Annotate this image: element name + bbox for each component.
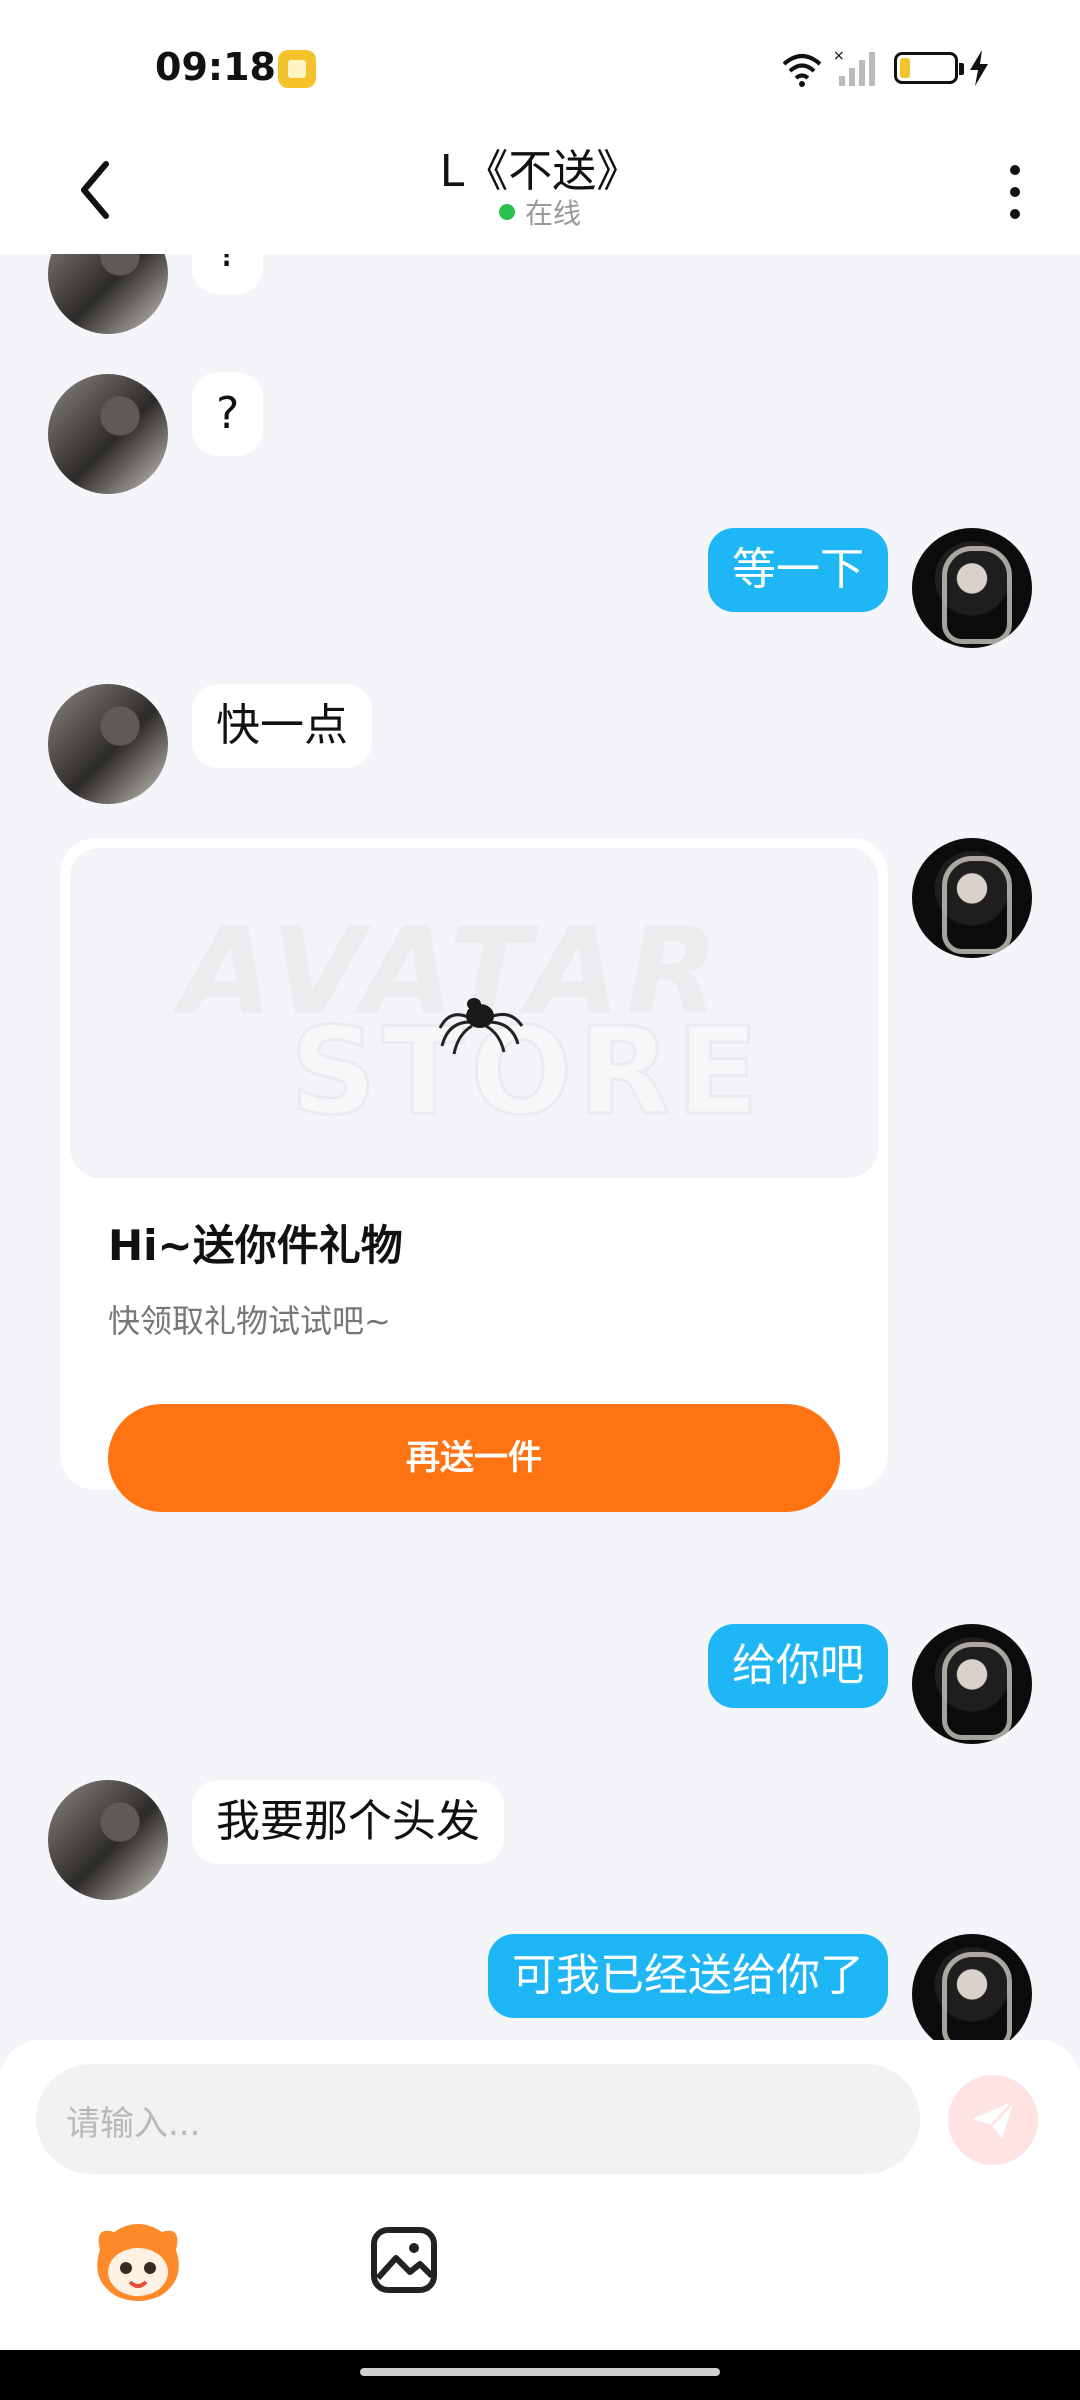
my-avatar[interactable] [912,1934,1032,2040]
message-bubble-incoming: ? [192,372,264,456]
signal-icon: × [833,48,875,86]
mascot-sticker-icon[interactable] [90,2220,186,2304]
status-bar: 09:18 × [0,0,1080,130]
gift-card[interactable]: AVATAR STORE Hi~送你件礼物 快领取礼物试试吧~ 再送一件 [60,838,888,1512]
gift-image: AVATAR STORE [70,848,878,1178]
message-bubble-incoming: ? [192,254,264,294]
my-avatar[interactable] [912,838,1032,958]
chat-header: L《不送》 在线 [0,130,1080,254]
send-button[interactable] [948,2075,1038,2165]
contact-avatar[interactable] [48,1780,168,1900]
online-dot-icon [498,204,515,220]
status-time: 09:18 [155,45,276,89]
contact-avatar[interactable] [48,684,168,804]
chat-title: L《不送》 [439,146,641,197]
message-bubble-incoming: 快一点 [192,684,372,768]
online-status: 在线 [0,192,1080,232]
spider-icon [438,998,524,1055]
send-another-gift-button[interactable]: 再送一件 [108,1404,840,1512]
contact-avatar[interactable] [48,374,168,494]
notification-app-icon [278,50,316,88]
message-list[interactable]: ? ? 等一下 快一点 AVATAR STORE [0,254,1080,2040]
composer: 请输入... [0,2040,1080,2350]
my-avatar[interactable] [912,1624,1032,1744]
charging-icon [970,50,988,86]
my-avatar[interactable] [912,528,1032,648]
wifi-icon [782,54,822,87]
gift-card-subtitle: 快领取礼物试试吧~ [108,1302,391,1340]
message-bubble-outgoing: 给你吧 [708,1624,888,1708]
battery-level [900,58,910,78]
gallery-icon[interactable] [370,2226,438,2294]
gift-card-title: Hi~送你件礼物 [108,1221,403,1270]
system-nav-bar [0,2350,1080,2400]
message-bubble-outgoing: 等一下 [708,528,888,612]
message-input-placeholder: 请输入... [66,2104,201,2144]
contact-avatar[interactable] [48,254,168,334]
paper-plane-icon [972,2099,1016,2139]
more-vertical-icon[interactable] [1000,152,1030,232]
message-bubble-incoming: 我要那个头发 [192,1780,504,1864]
message-input[interactable]: 请输入... [36,2064,920,2174]
home-indicator[interactable] [360,2368,720,2376]
online-status-label: 在线 [524,197,581,230]
battery-icon [894,52,964,84]
svg-text:×: × [833,48,845,64]
message-bubble-outgoing: 可我已经送给你了 [488,1934,888,2018]
